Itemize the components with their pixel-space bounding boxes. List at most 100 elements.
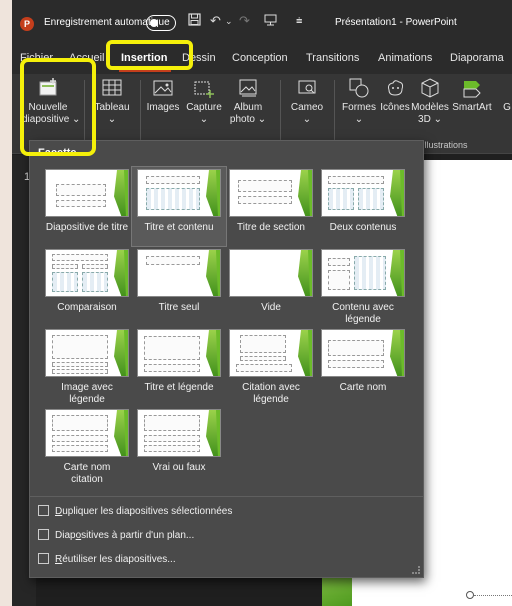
- layout-titre-de-section[interactable]: Titre de section: [226, 169, 316, 234]
- chart-label: G: [503, 102, 511, 113]
- photo-album-button[interactable]: Album photo ⌄: [226, 78, 270, 126]
- layout-thumbnail: [45, 169, 129, 217]
- icons-label: Icônes: [380, 102, 410, 113]
- reuse-label: éutiliser les diapositives...: [62, 554, 176, 565]
- layout-citation-avec-legende[interactable]: Citation avec légende: [226, 329, 316, 406]
- smartart-label: SmartArt: [452, 102, 492, 113]
- layout-thumbnail: [137, 169, 221, 217]
- table-icon: [102, 78, 122, 98]
- chart-button[interactable]: G: [501, 78, 512, 114]
- layout-diapositive-de-titre[interactable]: Diapositive de titre: [42, 169, 132, 234]
- chart-icon: [501, 78, 512, 98]
- layout-label-2: citation: [71, 474, 103, 485]
- tab-diaporama[interactable]: Diaporama: [450, 52, 504, 64]
- layout-carte-nom-citation[interactable]: Carte nom citation: [42, 409, 132, 486]
- redo-icon[interactable]: ↷: [239, 13, 250, 29]
- customize-toolbar-icon[interactable]: ⩧: [296, 15, 302, 28]
- title-bar: P Enregistrement automatique ↶ ⌄ ↷ ⩧ Pré…: [12, 0, 512, 44]
- screenshot-icon: [194, 78, 214, 98]
- save-icon[interactable]: [188, 13, 201, 29]
- layout-label: Contenu avec: [332, 302, 394, 313]
- tab-animations[interactable]: Animations: [378, 52, 432, 64]
- icons-button[interactable]: Icônes: [378, 78, 412, 114]
- layout-label: Carte nom: [63, 462, 111, 473]
- ribbon-separator: [140, 80, 141, 144]
- layout-deux-contenus[interactable]: Deux contenus: [318, 169, 408, 234]
- slides-from-outline-command[interactable]: Diapositives à partir d'un plan...: [38, 529, 194, 541]
- layout-label-2: légende: [345, 314, 381, 325]
- layout-titre-et-contenu[interactable]: Titre et contenu: [131, 166, 227, 247]
- outline-prefix: Diap: [55, 530, 76, 541]
- highlight-new-slide-button: [20, 58, 96, 156]
- table-button[interactable]: Tableau ⌄: [90, 78, 134, 126]
- 3d-models-button[interactable]: Modèles 3D ⌄: [410, 78, 450, 126]
- reuse-slides-icon: [38, 553, 49, 564]
- layout-thumbnail: [321, 169, 405, 217]
- smartart-icon: [462, 78, 482, 98]
- layout-carte-nom[interactable]: Carte nom: [318, 329, 408, 394]
- layout-thumbnail: [45, 329, 129, 377]
- duplicate-slides-command[interactable]: Dupliquer les diapositives sélectionnées: [38, 505, 232, 517]
- screenshot-button[interactable]: Capture ⌄: [182, 78, 226, 126]
- table-label: Tableau: [94, 102, 130, 113]
- layout-label: Vrai ou faux: [152, 462, 206, 473]
- layout-label-2: légende: [253, 394, 289, 405]
- photo-album-icon: [238, 78, 258, 98]
- cameo-label-2: ⌄: [302, 114, 312, 125]
- autosave-toggle[interactable]: [146, 15, 176, 31]
- tab-transitions[interactable]: Transitions: [306, 52, 359, 64]
- toggle-knob: [150, 19, 158, 27]
- layout-thumbnail: [321, 249, 405, 297]
- outline-slides-icon: [38, 529, 49, 540]
- resize-handle[interactable]: [466, 591, 474, 599]
- layout-thumbnail: [321, 329, 405, 377]
- shapes-icon: [349, 78, 369, 98]
- layout-titre-seul[interactable]: Titre seul: [134, 249, 224, 314]
- highlight-insertion-tab: [106, 40, 193, 70]
- photo-album-label-2: photo ⌄: [229, 114, 267, 125]
- reuse-slides-command[interactable]: Réutiliser les diapositives...: [38, 553, 176, 565]
- active-tab-indicator: [119, 70, 171, 72]
- undo-icon[interactable]: ↶: [210, 13, 221, 29]
- tab-conception[interactable]: Conception: [232, 52, 288, 64]
- layout-label: Citation avec: [242, 382, 300, 393]
- powerpoint-window: P Enregistrement automatique ↶ ⌄ ↷ ⩧ Pré…: [12, 0, 512, 606]
- layout-label: Titre et légende: [144, 382, 214, 393]
- shapes-label: Formes: [342, 102, 376, 113]
- group-label-illustrations: Illustrations: [422, 140, 468, 150]
- layout-vrai-ou-faux[interactable]: Vrai ou faux: [134, 409, 224, 474]
- images-button[interactable]: Images: [142, 78, 184, 114]
- layout-label: Deux contenus: [329, 222, 397, 233]
- presentation-start-icon[interactable]: [264, 13, 277, 29]
- layout-label: Vide: [261, 302, 281, 313]
- icons-icon: [385, 78, 405, 98]
- screenshot-label-2: ⌄: [199, 114, 209, 125]
- layout-comparaison[interactable]: Comparaison: [42, 249, 132, 314]
- document-title: Présentation1 - PowerPoint: [335, 17, 457, 28]
- ribbon-separator: [280, 80, 281, 144]
- smartart-button[interactable]: SmartArt: [450, 78, 494, 114]
- undo-dropdown-icon[interactable]: ⌄: [225, 16, 233, 27]
- layout-thumbnail: [137, 249, 221, 297]
- layout-label: Diapositive de titre: [45, 222, 129, 233]
- layout-vide[interactable]: Vide: [226, 249, 316, 314]
- shapes-button[interactable]: Formes ⌄: [338, 78, 380, 126]
- ribbon-separator: [334, 80, 335, 144]
- new-slide-layout-gallery: Facette Diapositive de titre Titre et co…: [29, 140, 424, 578]
- screenshot-label: Capture: [186, 102, 222, 113]
- cameo-label: Cameo: [290, 102, 324, 113]
- layout-thumbnail: [229, 169, 313, 217]
- cameo-button[interactable]: Cameo ⌄: [287, 78, 327, 126]
- layout-thumbnail: [45, 409, 129, 457]
- outline-label: sitives à partir d'un plan...: [81, 530, 195, 541]
- layout-thumbnail: [45, 249, 129, 297]
- layout-label-2: légende: [69, 394, 105, 405]
- cameo-icon: [297, 78, 317, 98]
- images-icon: [153, 78, 173, 98]
- layout-image-avec-legende[interactable]: Image avec légende: [42, 329, 132, 406]
- images-label: Images: [146, 102, 180, 113]
- layout-contenu-avec-legende[interactable]: Contenu avec légende: [318, 249, 408, 326]
- layout-titre-et-legende[interactable]: Titre et légende: [134, 329, 224, 394]
- table-label-2: ⌄: [107, 114, 117, 125]
- resize-grip-icon[interactable]: [412, 566, 420, 574]
